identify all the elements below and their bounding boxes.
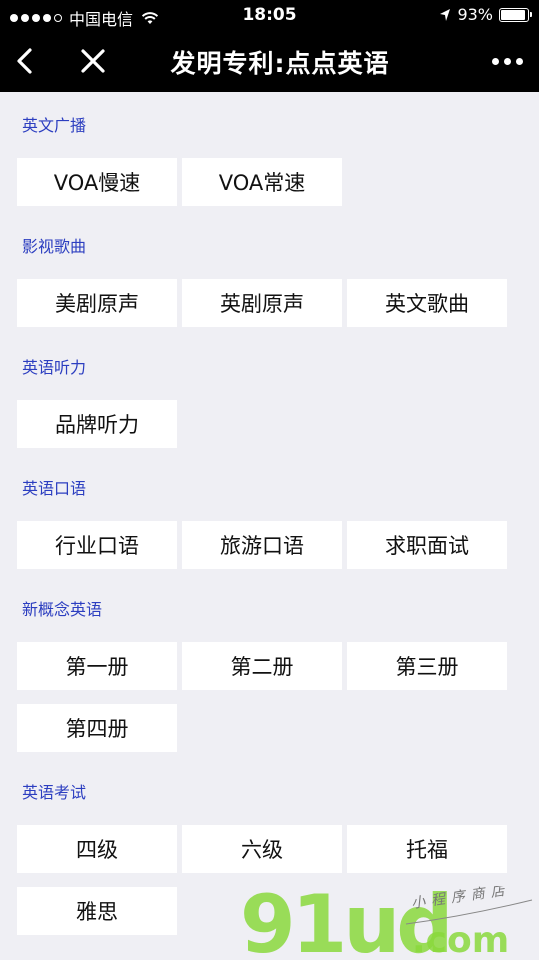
battery-icon: [499, 7, 532, 22]
status-left: 中国电信: [10, 6, 159, 30]
battery-percent: 93%: [457, 5, 493, 24]
more-button[interactable]: [487, 52, 527, 70]
more-dots-icon: [491, 57, 499, 65]
close-button[interactable]: [76, 44, 110, 78]
item-english-songs[interactable]: 英文歌曲: [347, 279, 507, 327]
section-title-exams: 英语考试: [22, 783, 87, 802]
watermark-domain: .com: [412, 920, 509, 960]
item-industry-speaking[interactable]: 行业口语: [17, 521, 177, 569]
status-bar: 中国电信 18:05 93%: [0, 0, 539, 30]
item-voa-slow[interactable]: VOA慢速: [17, 158, 177, 206]
section-title-listening: 英语听力: [22, 358, 87, 377]
item-book-3[interactable]: 第三册: [347, 642, 507, 690]
navigation-bar: 发明专利:点点英语: [0, 30, 539, 92]
carrier-label: 中国电信: [69, 10, 134, 29]
section-title-broadcast: 英文广播: [22, 116, 87, 135]
item-brand-listening[interactable]: 品牌听力: [17, 400, 177, 448]
item-uk-drama[interactable]: 英剧原声: [182, 279, 342, 327]
wifi-icon: [141, 12, 159, 24]
item-book-2[interactable]: 第二册: [182, 642, 342, 690]
watermark-brand: 91ud: [240, 886, 450, 960]
watermark-swoosh: [405, 899, 533, 925]
section-title-speaking: 英语口语: [22, 479, 87, 498]
item-job-interview[interactable]: 求职面试: [347, 521, 507, 569]
item-cet6[interactable]: 六级: [182, 825, 342, 873]
page-title: 发明专利:点点英语: [170, 49, 390, 78]
back-button[interactable]: [8, 44, 42, 78]
item-travel-speaking[interactable]: 旅游口语: [182, 521, 342, 569]
section-title-new-concept: 新概念英语: [22, 600, 103, 619]
item-book-1[interactable]: 第一册: [17, 642, 177, 690]
item-voa-standard[interactable]: VOA常速: [182, 158, 342, 206]
location-arrow-icon: [440, 8, 451, 21]
watermark-tagline: 小程序商店: [410, 886, 511, 912]
item-us-drama[interactable]: 美剧原声: [17, 279, 177, 327]
item-toefl[interactable]: 托福: [347, 825, 507, 873]
item-cet4[interactable]: 四级: [17, 825, 177, 873]
section-title-film-music: 影视歌曲: [22, 237, 87, 256]
close-icon: [81, 49, 105, 73]
item-ielts[interactable]: 雅思: [17, 887, 177, 935]
signal-icon: [10, 14, 62, 22]
status-right: 93%: [439, 5, 532, 24]
watermark-logo: 91ud .com 小程序商店: [240, 886, 533, 960]
chevron-left-icon: [17, 48, 32, 74]
item-book-4[interactable]: 第四册: [17, 704, 177, 752]
